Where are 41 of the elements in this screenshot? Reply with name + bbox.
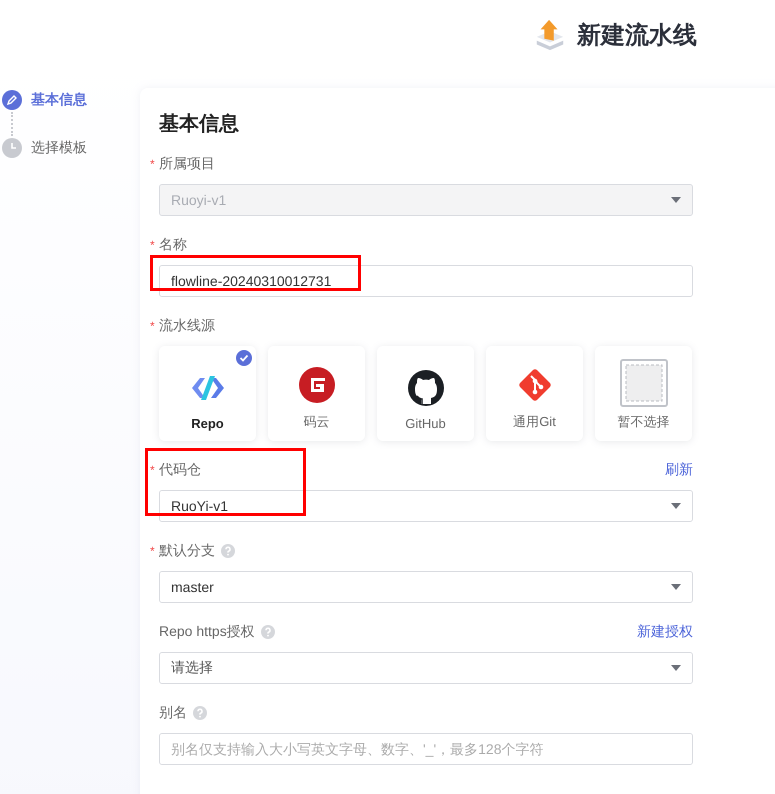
source-option[interactable]: 通用Git [486, 346, 583, 441]
field-label: 流水线源 [159, 317, 215, 335]
required-mark: * [150, 319, 156, 333]
source-option[interactable]: Repo [159, 346, 256, 441]
field-label: 默认分支 [159, 542, 215, 560]
field-label: 代码仓 [159, 461, 201, 479]
select-field[interactable]: RuoYi-v1 [159, 490, 693, 522]
letter-g-circle-icon [298, 367, 334, 403]
help-icon[interactable] [193, 706, 207, 720]
source-option[interactable]: GitHub [377, 346, 474, 441]
section-title: 基本信息 [159, 112, 240, 137]
clock-icon [2, 138, 22, 158]
required-mark: * [150, 238, 156, 252]
field-label: 名称 [159, 236, 187, 254]
source-option[interactable]: 暂不选择 [595, 346, 692, 441]
input-field[interactable]: flowline-20240310012731 [159, 265, 693, 297]
help-icon[interactable] [260, 625, 275, 639]
cat-silhouette-icon [408, 370, 444, 406]
action-link[interactable]: 新建授权 [637, 623, 693, 641]
source-option[interactable]: 码云 [268, 346, 365, 441]
field-label: 别名 [159, 704, 187, 722]
caret-icon [671, 503, 681, 509]
step-item[interactable]: 基本信息 [2, 90, 87, 110]
help-icon[interactable] [221, 544, 235, 558]
caret-icon [671, 665, 681, 671]
caret-icon [671, 584, 681, 590]
select-field[interactable]: master [159, 571, 693, 603]
input-field[interactable]: 别名仅支持输入大小写英文字母、数字、'_'，最多128个字符 [159, 733, 693, 765]
field-label: 所属项目 [159, 155, 215, 173]
required-mark: * [150, 544, 156, 558]
check-icon [236, 350, 252, 366]
pencil-icon [2, 90, 22, 110]
field-label: Repo https授权 [159, 623, 255, 641]
required-mark: * [150, 157, 156, 171]
select-field[interactable]: 请选择 [159, 652, 693, 684]
empty-square-icon [620, 359, 668, 407]
caret-icon [671, 197, 681, 203]
page-title: 新建流水线 [577, 21, 697, 51]
required-mark: * [150, 463, 156, 477]
step-item[interactable]: 选择模板 [2, 138, 87, 158]
action-link[interactable]: 刷新 [665, 461, 693, 479]
